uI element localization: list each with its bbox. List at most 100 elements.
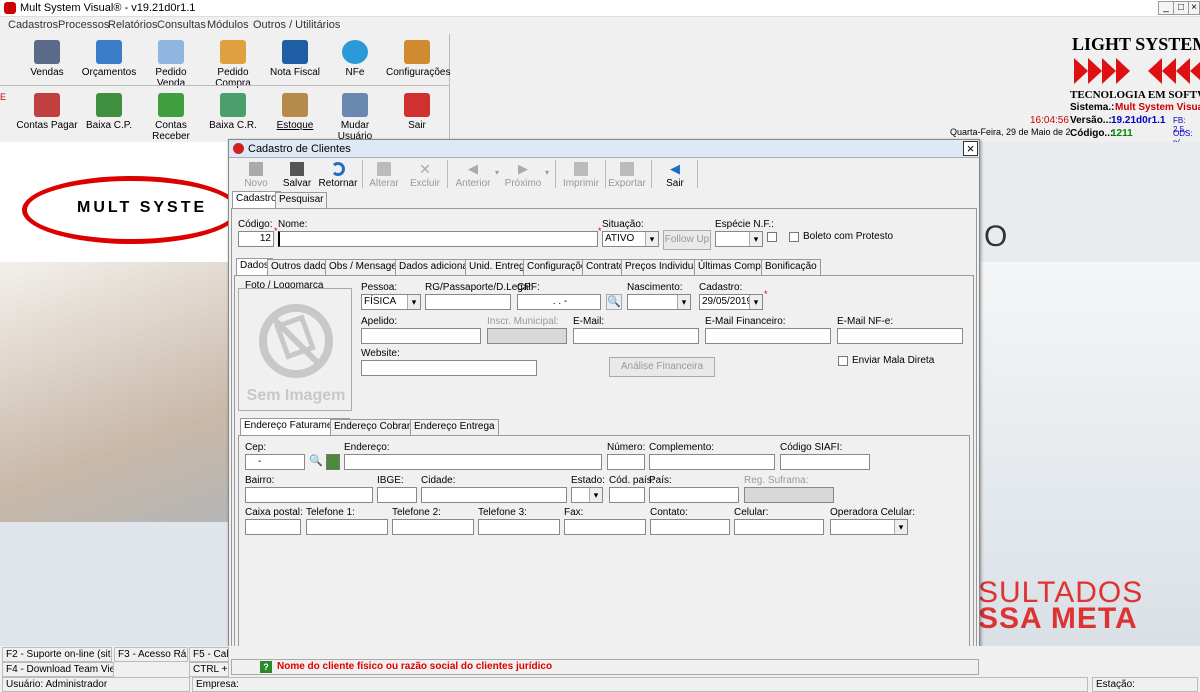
menu-consultas[interactable]: Consultas <box>157 19 206 31</box>
dialog-titlebar: Cadastro de Clientes × <box>229 140 979 158</box>
proximo-dropdown-icon[interactable]: ▾ <box>545 168 549 177</box>
celular-label: Celular: <box>734 507 769 518</box>
retornar-button[interactable]: Retornar <box>316 162 360 189</box>
toolbar-nfe-button[interactable]: NFe <box>324 36 386 78</box>
contato-field[interactable] <box>650 519 730 535</box>
imprimir-button[interactable]: Imprimir <box>559 162 603 189</box>
mala-direta-label: Enviar Mala Direta <box>852 355 935 366</box>
toolbar-sair-button[interactable]: Sair <box>386 89 448 131</box>
proximo-button[interactable]: ▶ Próximo <box>500 161 546 190</box>
siafi-field[interactable] <box>780 454 870 470</box>
numero-field[interactable] <box>607 454 645 470</box>
salvar-button[interactable]: Salvar <box>275 162 319 189</box>
alterar-button[interactable]: Alterar <box>362 162 406 189</box>
anterior-dropdown-icon[interactable]: ▾ <box>495 168 499 177</box>
follow-up-button[interactable]: Follow Up <box>663 230 711 250</box>
tab-bonificacao[interactable]: Bonificação <box>761 259 821 275</box>
especie-nf-select[interactable] <box>715 231 763 247</box>
excluir-button[interactable]: ✕ Excluir <box>403 162 447 189</box>
rg-field[interactable] <box>425 294 511 310</box>
tab-cadastro[interactable]: Cadastro <box>232 191 281 209</box>
caixa-postal-field[interactable] <box>245 519 301 535</box>
telefone3-field[interactable] <box>478 519 560 535</box>
anterior-button[interactable]: ◀ Anterior <box>449 162 497 190</box>
menu-relatorios[interactable]: Relatórios <box>108 19 158 31</box>
foto-logomarca-box[interactable]: Sem Imagem <box>238 288 352 411</box>
f5-calendario-shortcut[interactable]: F5 - Calen <box>189 647 229 662</box>
heart-icon <box>233 143 244 154</box>
cep-search-icon[interactable]: 🔍 <box>309 454 323 470</box>
toolbar-contas-receber-button[interactable]: Contas Receber <box>140 89 202 142</box>
toolbar-baixa-cr-button[interactable]: Baixa C.R. <box>202 89 264 131</box>
estado-select[interactable] <box>571 487 603 503</box>
menu-processos[interactable]: Processos <box>58 19 109 31</box>
bairro-field[interactable] <box>245 487 373 503</box>
telefone2-field[interactable] <box>392 519 474 535</box>
situacao-select[interactable]: ATIVO <box>602 231 659 247</box>
exportar-button[interactable]: Exportar <box>605 162 649 189</box>
f2-suporte-shortcut[interactable]: F2 - Suporte on-line (site) <box>2 647 112 662</box>
pessoa-select[interactable]: FÍSICA <box>361 294 421 310</box>
pessoa-label: Pessoa: <box>361 282 398 293</box>
cep-field[interactable]: - <box>245 454 305 470</box>
sair-button[interactable]: ◀ Sair <box>653 162 697 190</box>
close-app-button[interactable]: × <box>1188 1 1200 15</box>
ibge-field[interactable] <box>377 487 417 503</box>
menu-outros[interactable]: Outros / Utilitários <box>253 19 340 31</box>
nota-fiscal-icon <box>282 40 308 64</box>
toolbar-pedido-venda-button[interactable]: Pedido Venda <box>140 36 202 89</box>
dialog-close-button[interactable]: × <box>963 141 978 156</box>
main-toolbar: Vendas Orçamentos Pedido Venda Pedido Co… <box>0 34 450 142</box>
celular-field[interactable] <box>734 519 824 535</box>
codigo-field[interactable]: 12 <box>238 231 274 247</box>
toolbar-configuracoes-button[interactable]: Configurações <box>386 36 450 78</box>
menu-cadastros[interactable]: Cadastros <box>8 19 58 31</box>
mala-direta-checkbox[interactable] <box>838 356 848 366</box>
website-field[interactable] <box>361 360 537 376</box>
f4-team-viewer-shortcut[interactable]: F4 - Download Team Viewer <box>2 662 114 677</box>
telefone1-field[interactable] <box>306 519 388 535</box>
box-icon <box>282 93 308 117</box>
especie-checkbox[interactable] <box>767 232 777 242</box>
endereco-field[interactable] <box>344 454 602 470</box>
novo-button[interactable]: Novo <box>234 162 278 189</box>
bairro-label: Bairro: <box>245 475 275 486</box>
toolbar-vendas-button[interactable]: Vendas <box>16 36 78 78</box>
complemento-field[interactable] <box>649 454 775 470</box>
email-financeiro-field[interactable] <box>705 328 831 344</box>
cpf-search-icon[interactable]: 🔍 <box>606 294 622 310</box>
ctrl-shortcut[interactable]: CTRL + F <box>189 662 229 677</box>
usuario-status: Usuário: Administrador <box>2 677 190 692</box>
cpf-field[interactable]: . . - <box>517 294 601 310</box>
email-field[interactable] <box>573 328 699 344</box>
apelido-field[interactable] <box>361 328 481 344</box>
cod-pais-field[interactable] <box>609 487 645 503</box>
maximize-button[interactable]: □ <box>1173 1 1189 15</box>
nascimento-date[interactable] <box>627 294 691 310</box>
minimize-button[interactable]: _ <box>1158 1 1174 15</box>
email-nfe-field[interactable] <box>837 328 963 344</box>
boleto-protesto-checkbox[interactable] <box>789 232 799 242</box>
toolbar-contas-pagar-button[interactable]: Contas Pagar <box>16 89 78 131</box>
toolbar-estoque-button[interactable]: Estoque <box>264 89 326 131</box>
toolbar-baixa-cp-button[interactable]: Baixa C.P. <box>78 89 140 131</box>
menu-modulos[interactable]: Módulos <box>207 19 249 31</box>
toolbar-mudar-usuario-button[interactable]: Mudar Usuário <box>324 89 386 142</box>
pais-field[interactable] <box>649 487 739 503</box>
nome-field[interactable] <box>278 231 598 247</box>
f3-acesso-rapido-shortcut[interactable]: F3 - Acesso Rápido <box>114 647 188 662</box>
toolbar-nota-fiscal-button[interactable]: Nota Fiscal <box>264 36 326 78</box>
fax-field[interactable] <box>564 519 646 535</box>
toolbar-orcamentos-button[interactable]: Orçamentos <box>78 36 140 78</box>
calculator-icon <box>96 40 122 64</box>
operadora-select[interactable] <box>830 519 908 535</box>
tab-pesquisar[interactable]: Pesquisar <box>275 192 328 208</box>
cidade-field[interactable] <box>421 487 567 503</box>
map-icon[interactable] <box>326 454 340 470</box>
tab-endereco-entrega[interactable]: Endereço Entrega <box>410 419 499 435</box>
toolbar-divider <box>0 85 450 86</box>
analise-financeira-button[interactable]: Análise Financeira <box>609 357 715 377</box>
arrow-right-icon: ▶ <box>518 161 528 176</box>
cadastro-date[interactable]: 29/05/2019 <box>699 294 763 310</box>
toolbar-pedido-compra-button[interactable]: Pedido Compra <box>202 36 264 89</box>
